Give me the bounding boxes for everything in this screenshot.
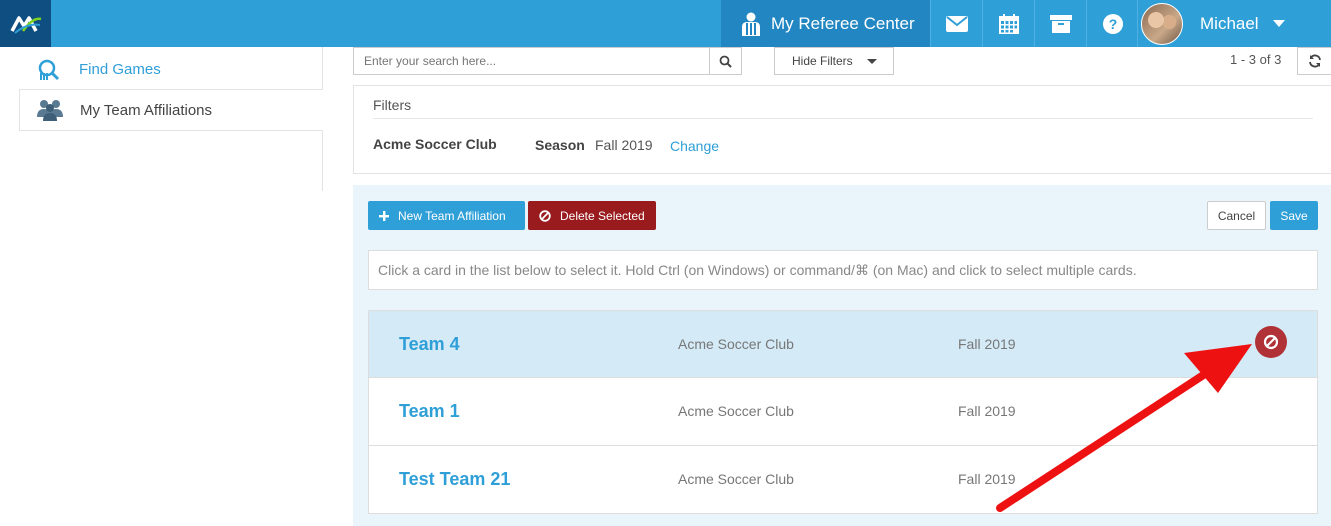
svg-text:?: ? xyxy=(1108,16,1117,32)
mx-logo-icon[interactable] xyxy=(0,0,51,47)
my-referee-center-label: My Referee Center xyxy=(771,13,915,33)
team-club: Acme Soccer Club xyxy=(678,336,794,352)
filter-season-value: Fall 2019 xyxy=(595,137,653,153)
team-name: Team 4 xyxy=(399,334,460,354)
sidebar-item-team-affiliations[interactable]: My Team Affiliations xyxy=(19,89,323,131)
refresh-icon xyxy=(1308,54,1321,68)
team-season: Fall 2019 xyxy=(958,471,1016,487)
filters-title: Filters xyxy=(373,97,412,113)
selection-hint: Click a card in the list below to select… xyxy=(368,250,1318,290)
team-name: Test Team 21 xyxy=(399,469,511,489)
search-button[interactable] xyxy=(709,47,742,75)
team-card[interactable]: Test Team 21 Acme Soccer Club Fall 2019 xyxy=(368,446,1318,514)
refresh-button[interactable] xyxy=(1297,47,1331,75)
hide-filters-button[interactable]: Hide Filters xyxy=(774,47,894,75)
hide-filters-label: Hide Filters xyxy=(792,54,853,68)
plus-icon xyxy=(379,210,389,221)
sidebar-item-label: Find Games xyxy=(79,61,161,78)
delete-selected-button[interactable]: Delete Selected xyxy=(528,201,656,230)
user-menu[interactable]: Michael xyxy=(1137,0,1295,47)
team-affiliations-icon xyxy=(20,99,80,121)
new-team-affiliation-label: New Team Affiliation xyxy=(398,208,506,223)
help-icon[interactable]: ? xyxy=(1086,0,1138,47)
my-referee-center-button[interactable]: My Referee Center xyxy=(721,0,930,47)
divider xyxy=(373,118,1313,119)
search-input[interactable] xyxy=(353,47,710,75)
sidebar-item-label: My Team Affiliations xyxy=(80,101,213,119)
pager-text: 1 - 3 of 3 xyxy=(1230,52,1282,67)
team-card[interactable]: Team 1 Acme Soccer Club Fall 2019 xyxy=(368,378,1318,446)
team-card-list: Team 4 Acme Soccer Club Fall 2019 Team 1… xyxy=(368,310,1318,514)
user-name: Michael xyxy=(1200,13,1259,33)
archive-icon[interactable] xyxy=(1034,0,1086,47)
affiliations-panel: New Team Affiliation Delete Selected Can… xyxy=(353,185,1331,526)
delete-card-button[interactable] xyxy=(1255,326,1287,358)
save-button[interactable]: Save xyxy=(1270,201,1318,230)
search-icon xyxy=(719,55,732,68)
team-name: Team 1 xyxy=(399,401,460,421)
envelope-icon[interactable] xyxy=(930,0,982,47)
chevron-down-icon xyxy=(866,58,877,64)
team-season: Fall 2019 xyxy=(958,336,1016,352)
team-club: Acme Soccer Club xyxy=(678,403,794,419)
sidebar-item-find-games[interactable]: Find Games xyxy=(19,50,323,90)
top-navbar: My Referee Center ? Michael xyxy=(0,0,1331,47)
ban-icon xyxy=(1263,334,1279,350)
team-card[interactable]: Team 4 Acme Soccer Club Fall 2019 xyxy=(368,310,1318,378)
referee-icon xyxy=(741,12,761,36)
calendar-icon[interactable] xyxy=(982,0,1034,47)
ban-icon xyxy=(539,209,551,222)
filters-panel: Filters Acme Soccer Club Season Fall 201… xyxy=(353,85,1331,174)
filter-season-label: Season xyxy=(535,137,585,153)
filter-club: Acme Soccer Club xyxy=(373,136,497,152)
delete-selected-label: Delete Selected xyxy=(560,208,645,223)
chevron-down-icon xyxy=(1272,20,1285,27)
change-season-link[interactable]: Change xyxy=(670,138,719,154)
cancel-button[interactable]: Cancel xyxy=(1207,201,1266,230)
team-club: Acme Soccer Club xyxy=(678,471,794,487)
new-team-affiliation-button[interactable]: New Team Affiliation xyxy=(368,201,525,230)
team-season: Fall 2019 xyxy=(958,403,1016,419)
sidebar: Find Games My Team Affiliations xyxy=(0,47,323,191)
avatar xyxy=(1141,2,1183,45)
find-games-icon xyxy=(19,59,79,81)
